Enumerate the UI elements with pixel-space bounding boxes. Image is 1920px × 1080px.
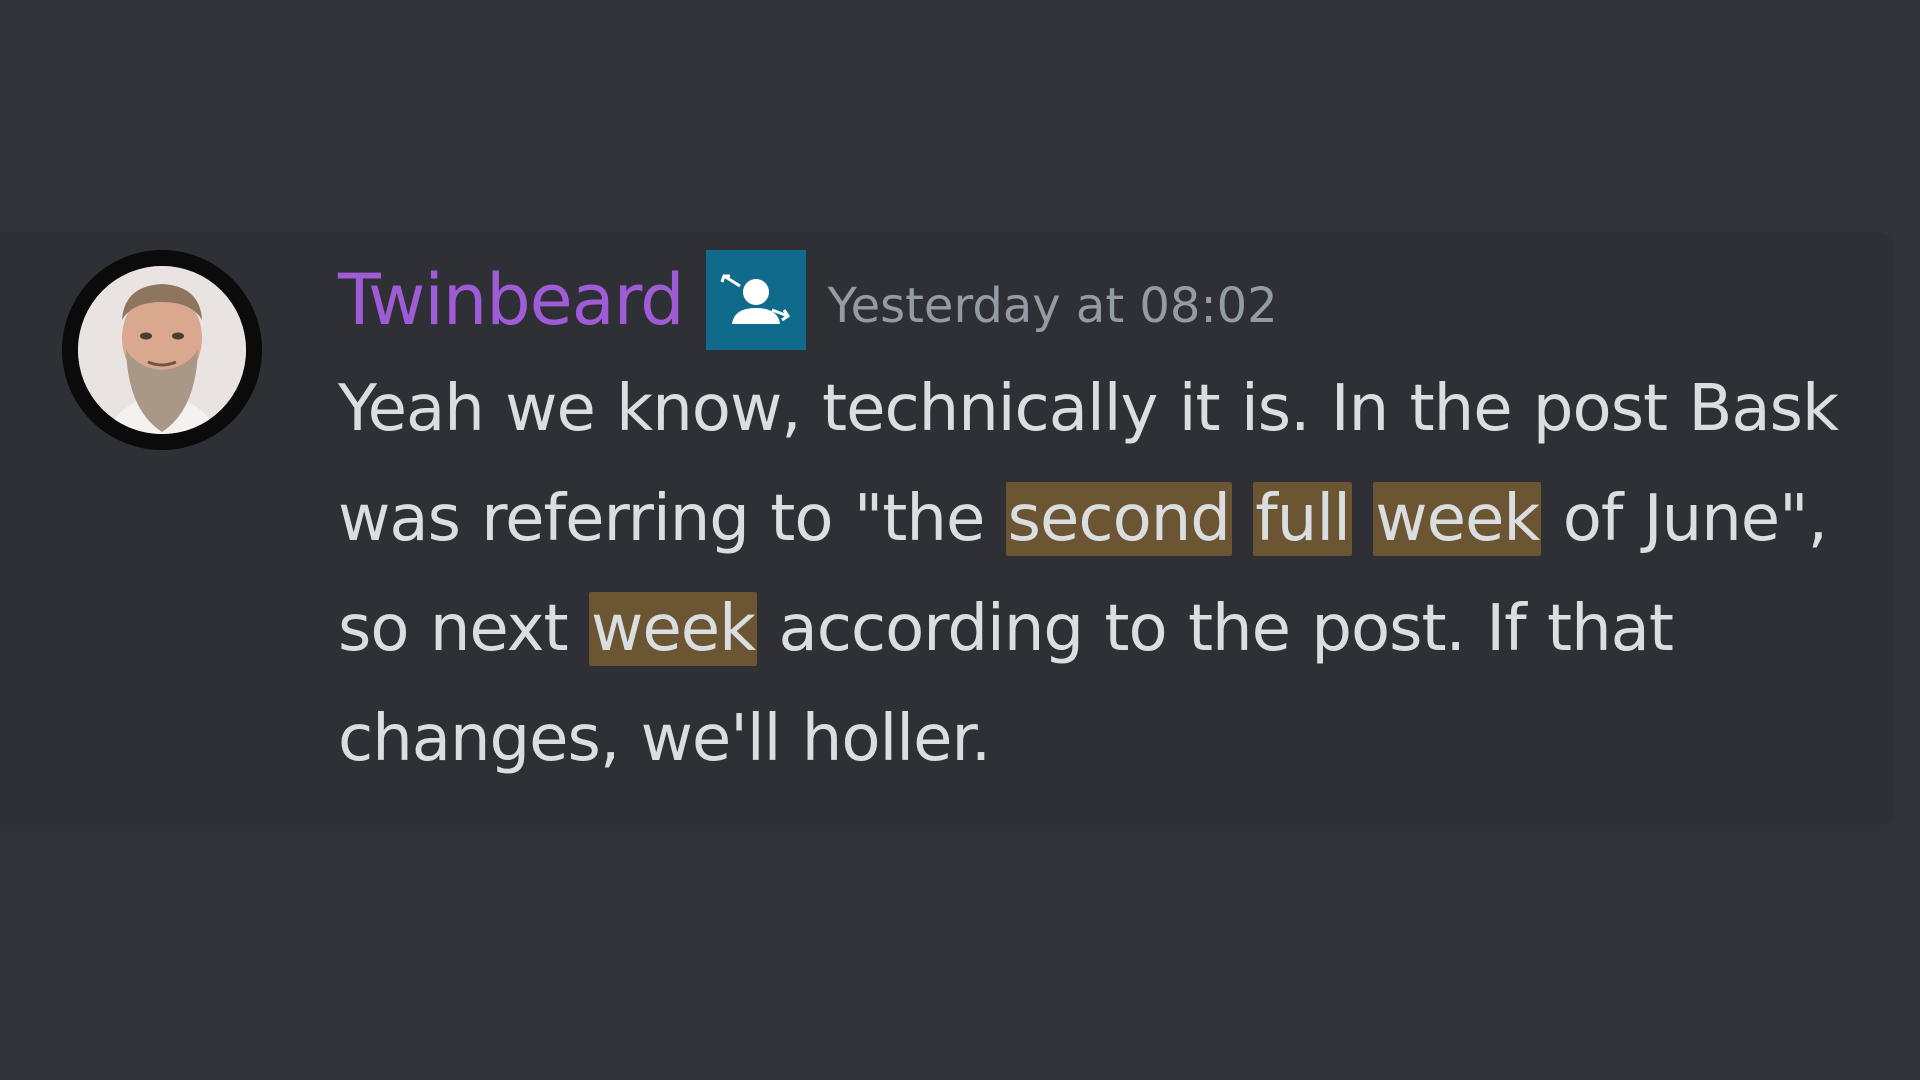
message-text — [1232, 482, 1253, 556]
role-badge-person-arrows-icon — [720, 274, 790, 324]
timestamp[interactable]: Yesterday at 08:02 — [828, 276, 1278, 336]
search-highlight: second — [1005, 482, 1232, 556]
search-highlight: full — [1253, 482, 1352, 556]
role-badge[interactable] — [705, 250, 806, 350]
message-text — [1352, 482, 1373, 556]
message-header: Twinbeard Yesterday at 08:02 — [338, 248, 1278, 352]
message-content: Yeah we know, technically it is. In the … — [338, 354, 1848, 794]
search-highlight: week — [1373, 482, 1542, 556]
user-avatar-icon — [62, 250, 262, 450]
avatar[interactable] — [62, 250, 262, 450]
chat-message[interactable]: Twinbeard Yesterday at 08:02 Yeah we kno… — [0, 232, 1894, 826]
search-highlight: week — [588, 592, 758, 666]
username[interactable]: Twinbeard — [338, 255, 685, 345]
chat-view: Twinbeard Yesterday at 08:02 Yeah we kno… — [0, 0, 1920, 1080]
